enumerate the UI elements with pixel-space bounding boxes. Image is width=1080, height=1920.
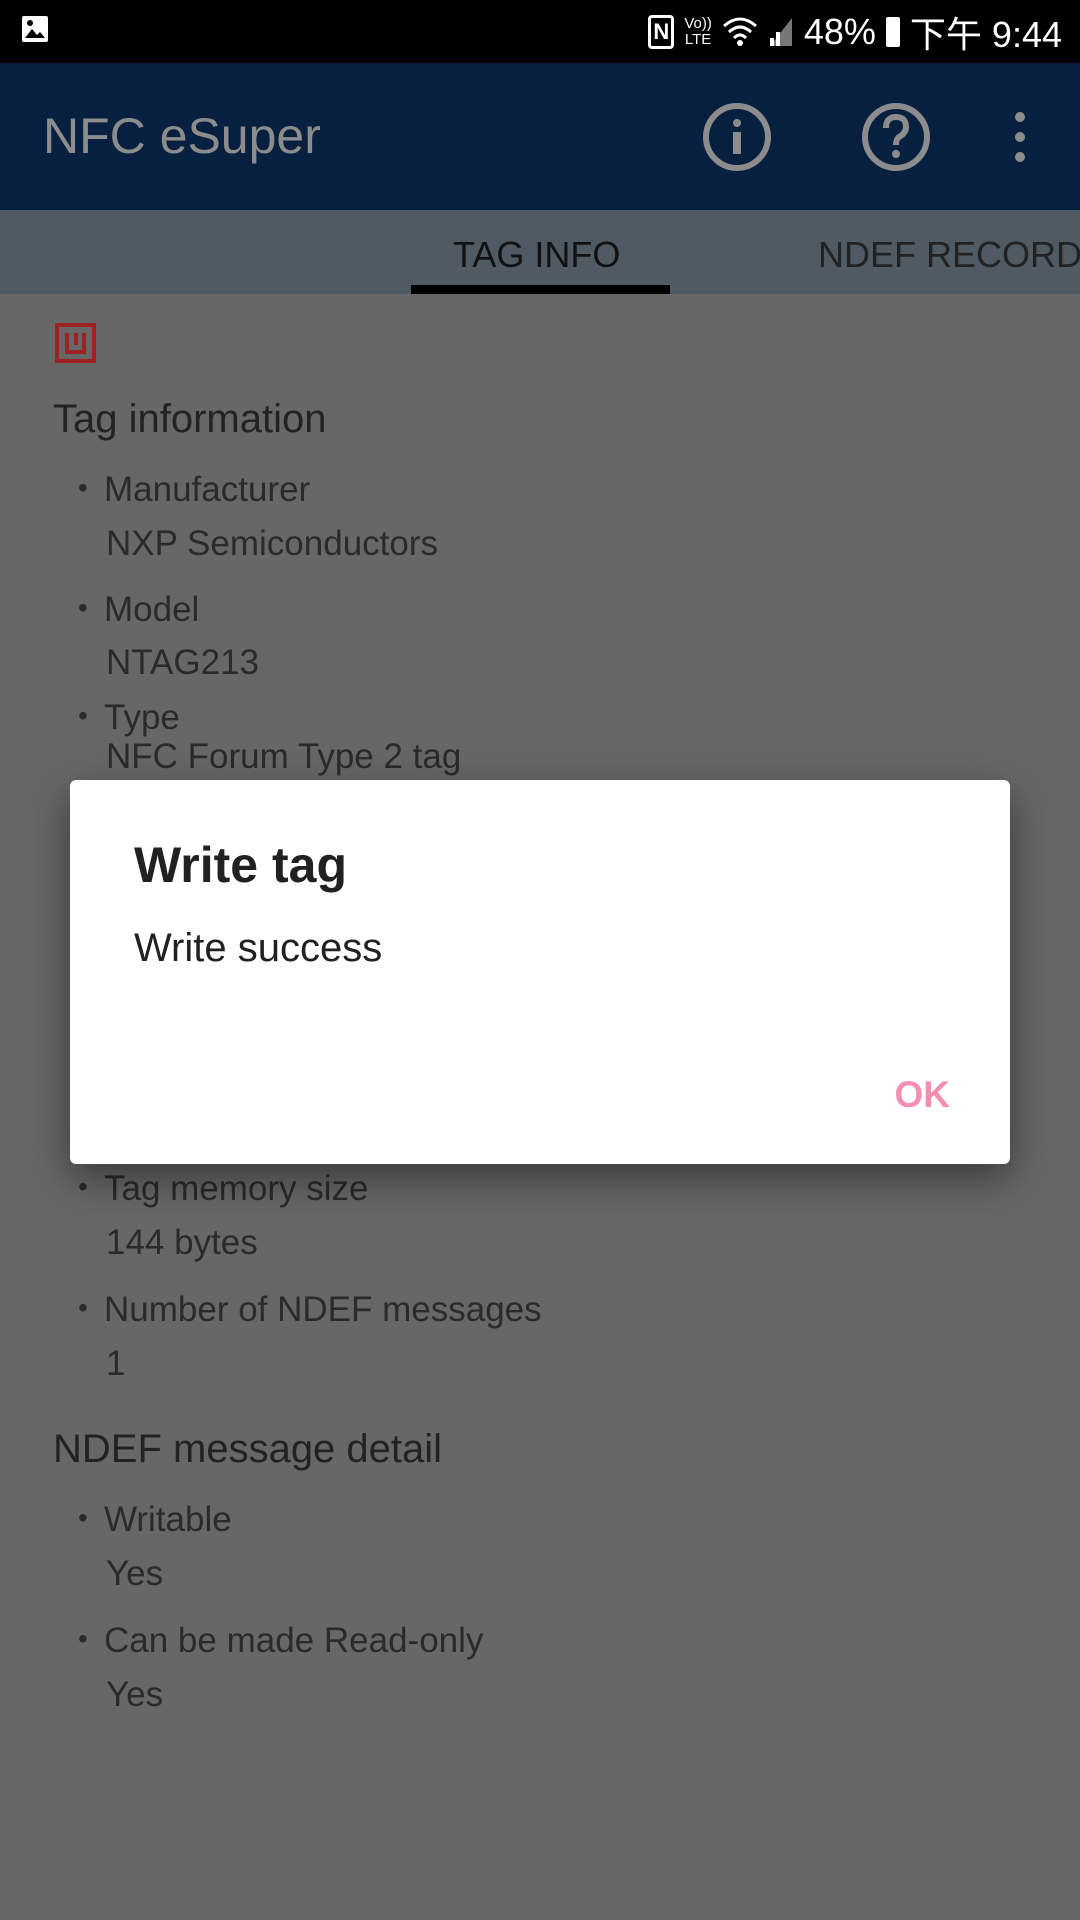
item-label: Manufacturer [104, 470, 311, 509]
item-value: 144 bytes [106, 1223, 258, 1262]
item-label: Can be made Read-only [104, 1621, 484, 1660]
ok-button[interactable]: OK [895, 1074, 951, 1116]
tab-tag-info[interactable]: TAG INFO [453, 234, 620, 276]
dialog-message: Write success [134, 926, 383, 970]
info-icon[interactable] [701, 101, 773, 173]
volte-icon: Vo)) LTE [684, 15, 712, 48]
bullet: • [78, 700, 88, 731]
bullet: • [78, 1502, 88, 1533]
item-label: Tag memory size [104, 1169, 369, 1208]
dialog-title: Write tag [134, 837, 347, 893]
nfc-tag-icon [55, 323, 96, 363]
tag-information-heading: Tag information [53, 397, 327, 441]
clock: 下午 9:44 [909, 14, 1062, 55]
app-title: NFC eSuper [43, 108, 321, 164]
status-bar: N Vo)) LTE 48% 下午 9:44 [0, 0, 1080, 63]
item-value: NTAG213 [106, 643, 260, 682]
bullet: • [78, 1623, 88, 1654]
bullet: • [78, 1292, 88, 1323]
bullet: • [78, 1171, 88, 1202]
bullet: • [78, 472, 88, 503]
more-vert-icon[interactable] [1000, 101, 1040, 173]
item-label: Number of NDEF messages [104, 1290, 542, 1329]
item-label: Model [104, 590, 200, 629]
item-value: NXP Semiconductors [106, 524, 439, 563]
item-value: Yes [106, 1675, 164, 1714]
tab-indicator [411, 285, 670, 294]
image-notification-icon [22, 16, 48, 42]
write-tag-dialog: Write tag Write success OK [70, 780, 1010, 1164]
item-value: Yes [106, 1554, 164, 1593]
wifi-icon [722, 17, 757, 46]
app-bar: NFC eSuper [0, 63, 1080, 210]
battery-percent: 48% [803, 11, 876, 52]
tab-bar: TAG INFO NDEF RECORD [0, 210, 1080, 294]
item-value: NFC Forum Type 2 tag [106, 737, 462, 776]
nfc-status-icon: N [648, 15, 675, 49]
help-icon[interactable] [860, 101, 932, 173]
ndef-detail-heading: NDEF message detail [53, 1427, 443, 1471]
item-value: 1 [106, 1344, 126, 1383]
signal-icon [769, 18, 792, 46]
bullet: • [78, 592, 88, 623]
tab-ndef-record[interactable]: NDEF RECORD [818, 234, 1080, 276]
item-label: Type [104, 698, 180, 737]
item-label: Writable [104, 1500, 232, 1539]
battery-icon [885, 17, 900, 47]
